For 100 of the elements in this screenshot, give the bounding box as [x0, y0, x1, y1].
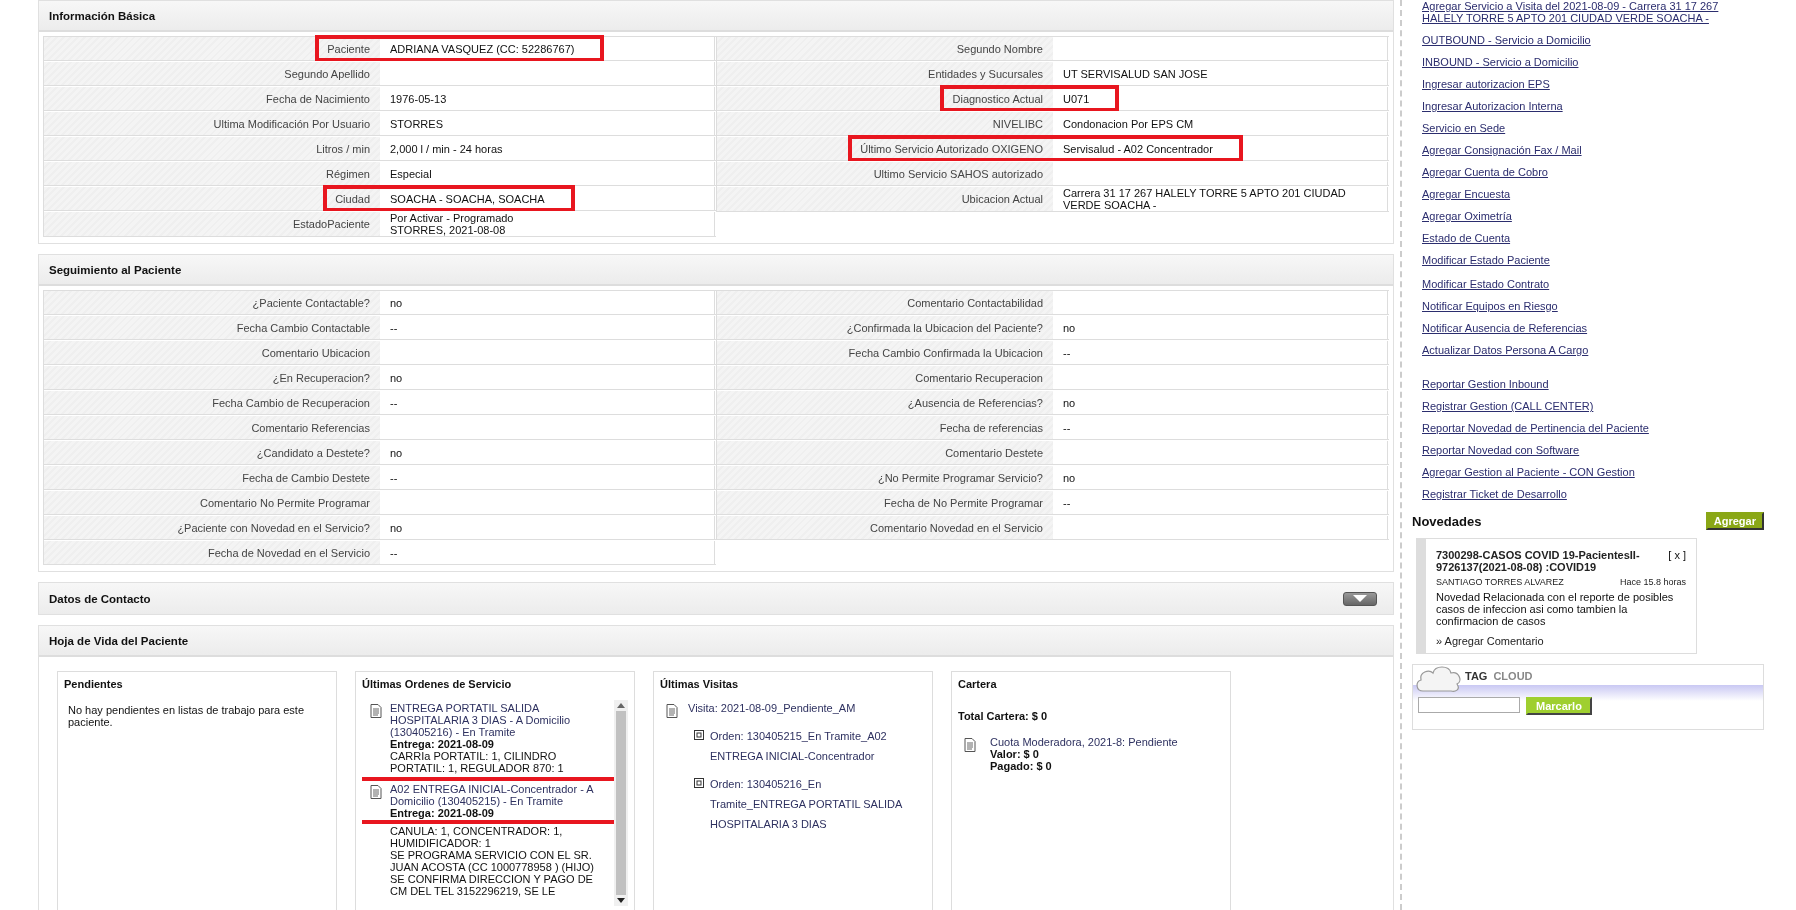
field-label: Fecha de Novedad en el Servicio [44, 541, 380, 564]
field-value: -- [1053, 416, 1388, 439]
field-value: -- [1053, 341, 1388, 364]
field-label: Comentario Ubicacion [44, 341, 380, 364]
field-label: Litros / min [44, 137, 380, 160]
field-value: UT SERVISALUD SAN JOSE [1053, 62, 1388, 85]
order-link[interactable]: Orden: 130405215_En Tramite_A02 ENTREGA INICIAL-Concentrador [710, 726, 916, 766]
action-link[interactable]: Modificar Estado Paciente [1422, 254, 1742, 266]
field-label: Ultimo Servicio SAHOS autorizado [717, 162, 1053, 185]
action-link[interactable]: OUTBOUND - Servicio a Domicilio [1422, 34, 1742, 46]
order-link[interactable]: Orden: 130405216_En Tramite_ENTREGA PORTATIL SALIDA HOSPITALARIA 3 DIAS [710, 774, 916, 834]
action-link[interactable]: Agregar Gestion al Paciente - CON Gestion [1422, 466, 1742, 478]
news-body: Novedad Relacionada con el reporte de posibles casos de infeccion asi como tambien la confirmacion de casos [1436, 591, 1675, 627]
order-icon [694, 730, 704, 740]
field-value: no [380, 366, 715, 389]
tag-input[interactable] [1418, 697, 1520, 713]
fee-value: Valor: $ 0 [990, 748, 1040, 760]
order-link[interactable]: A02 ENTREGA INICIAL-Concentrador - A Domicilio (130405215) - En Tramite [390, 783, 610, 807]
field-label: Segundo Apellido [44, 62, 380, 85]
field-value: no [1053, 391, 1388, 414]
card-title: Últimas Ordenes de Servicio [362, 677, 513, 692]
action-link[interactable]: Registrar Gestion (CALL CENTER) [1422, 400, 1742, 412]
action-link[interactable]: Ingresar Autorizacion Interna [1422, 100, 1742, 112]
field-label: Comentario Recuperacion [717, 366, 1053, 389]
field-value: -- [1053, 491, 1388, 514]
order-details: CARRIa PORTATIL: 1, CILINDRO PORTATIL: 1, REGULADOR 870: 1 [390, 750, 565, 774]
field-label: Fecha de referencias [717, 416, 1053, 439]
action-link[interactable]: Agregar Cuenta de Cobro [1422, 166, 1742, 178]
collapse-toggle[interactable] [1343, 591, 1377, 606]
fee-paid: Pagado: $ 0 [990, 760, 1053, 772]
field-value: no [1053, 316, 1388, 339]
field-value: SOACHA - SOACHA, SOACHA [380, 187, 715, 210]
field-label: Ciudad [44, 187, 380, 210]
section-title: Hoja de Vida del Paciente [49, 634, 189, 647]
document-icon [370, 785, 382, 799]
action-link[interactable]: Agregar Encuesta [1422, 188, 1742, 200]
field-label: NIVELIBC [717, 112, 1053, 135]
action-link[interactable]: Notificar Ausencia de Referencias [1422, 322, 1742, 334]
field-value: no [380, 441, 715, 464]
action-link[interactable]: Actualizar Datos Persona A Cargo [1422, 344, 1742, 356]
field-label: Fecha de No Permite Programar [717, 491, 1053, 514]
scrollbar[interactable] [614, 700, 628, 906]
document-icon [370, 704, 382, 718]
field-value: no [380, 291, 715, 314]
tag-cloud-title: CLOUD [1493, 670, 1533, 682]
field-label: ¿Candidato a Destete? [44, 441, 380, 464]
scroll-up-icon[interactable] [617, 703, 625, 708]
field-label: Entidades y Sucursales [717, 62, 1053, 85]
order-icon [694, 778, 704, 788]
field-label: ¿Confirmada la Ubicacion del Paciente? [717, 316, 1053, 339]
news-title: 7300298-CASOS COVID 19-PacientesII-9726137(2021-08-08) :COVID19 [1436, 549, 1641, 573]
field-value: STORRES [380, 112, 715, 135]
field-label: Diagnostico Actual [717, 87, 1053, 110]
field-label: Ubicacion Actual [717, 187, 1053, 211]
field-value: 1976-05-13 [380, 87, 715, 110]
action-link[interactable]: Reportar Gestion Inbound [1422, 378, 1742, 390]
caret-icon [1353, 595, 1367, 602]
news-heading: Novedades [1412, 513, 1482, 529]
action-link[interactable]: Registrar Ticket de Desarrollo [1422, 488, 1742, 500]
field-value: Carrera 31 17 267 HALELY TORRE 5 APTO 201 CIUDAD VERDE SOACHA - [1053, 187, 1388, 211]
field-label: Paciente [44, 37, 380, 60]
section-title: Seguimiento al Paciente [49, 263, 182, 276]
section-title: Información Básica [49, 9, 156, 22]
action-link[interactable]: Agregar Oximetría [1422, 210, 1742, 222]
card-title: Cartera [958, 677, 998, 692]
total-balance: Total Cartera: $ 0 [958, 709, 1049, 724]
field-label: Fecha Cambio Contactable [44, 316, 380, 339]
document-icon [964, 738, 976, 752]
close-link[interactable]: [ x ] [1668, 549, 1686, 573]
action-link[interactable]: Notificar Equipos en Riesgo [1422, 300, 1742, 312]
field-value: 2,000 l / min - 24 horas [380, 137, 715, 160]
visit-link[interactable]: Visita: 2021-08-09_Pendiente_AM [688, 698, 856, 718]
field-value: -- [380, 466, 715, 489]
field-label: Fecha Cambio de Recuperacion [44, 391, 380, 414]
field-label: Ultima Modificación Por Usuario [44, 112, 380, 135]
scroll-down-icon[interactable] [617, 898, 625, 903]
action-link[interactable]: Servicio en Sede [1422, 122, 1742, 134]
action-link[interactable]: INBOUND - Servicio a Domicilio [1422, 56, 1742, 68]
field-label: Segundo Nombre [717, 37, 1053, 60]
field-label: Fecha Cambio Confirmada la Ubicacion [717, 341, 1053, 364]
action-link[interactable]: Reportar Novedad con Software [1422, 444, 1742, 456]
action-link[interactable]: Agregar Servicio a Visita del 2021-08-09 - Carrera 31 17 267 HALELY TORRE 5 APTO 201 CIUDAD VERDE SOACHA - [1422, 0, 1742, 24]
field-value: no [380, 516, 715, 539]
add-comment-link[interactable]: » Agregar Comentario [1436, 635, 1544, 647]
fee-link[interactable]: Cuota Moderadora, 2021-8: Pendiente [990, 736, 1178, 748]
action-link[interactable]: Reportar Novedad de Pertinencia del Paciente [1422, 422, 1742, 434]
field-label: ¿Paciente Contactable? [44, 291, 380, 314]
field-label: Comentario Novedad en el Servicio [717, 516, 1053, 539]
action-link[interactable]: Estado de Cuenta [1422, 232, 1742, 244]
field-value: ADRIANA VASQUEZ (CC: 52286767) [380, 37, 715, 60]
tag-cloud-title: TAG [1465, 670, 1488, 682]
field-label: ¿En Recuperacion? [44, 366, 380, 389]
action-link[interactable]: Modificar Estado Contrato [1422, 278, 1742, 290]
field-value: U071 [1053, 87, 1388, 110]
delivery-date: Entrega: 2021-08-09 [390, 807, 495, 819]
field-label: Comentario Referencias [44, 416, 380, 439]
action-link[interactable]: Ingresar autorizacion EPS [1422, 78, 1742, 90]
field-value: -- [380, 316, 715, 339]
order-link[interactable]: ENTREGA PORTATIL SALIDA HOSPITALARIA 3 DIAS - A Domicilio (130405216) - En Tramite [390, 702, 610, 738]
action-link[interactable]: Agregar Consignación Fax / Mail [1422, 144, 1742, 156]
